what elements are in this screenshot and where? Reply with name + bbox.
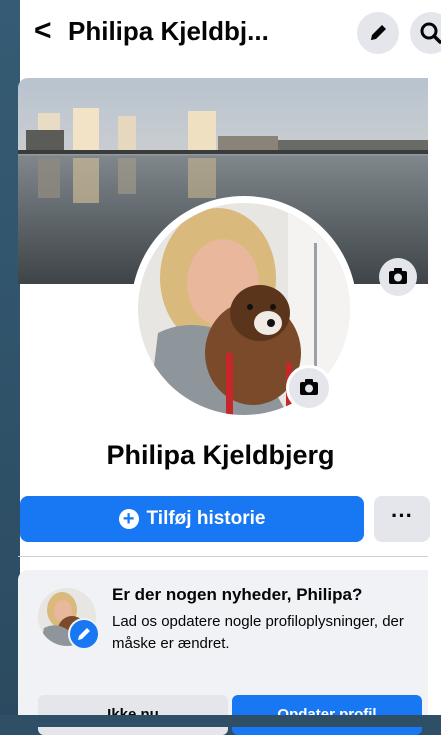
top-bar: < Philipa Kjeldbj... — [20, 0, 441, 66]
camera-icon — [389, 268, 407, 284]
pencil-icon — [371, 25, 386, 40]
pencil-badge-icon — [68, 618, 100, 650]
camera-icon — [300, 379, 318, 395]
more-options-button[interactable]: ··· — [374, 496, 430, 542]
plus-circle-icon: + — [118, 509, 139, 529]
page-bottom-edge — [0, 715, 441, 727]
card-title: Er der nogen nyheder, Philipa? — [112, 585, 363, 604]
search-icon — [420, 22, 441, 44]
divider — [18, 556, 428, 557]
back-button[interactable]: < — [34, 14, 52, 48]
page-title: Philipa Kjeldbj... — [68, 16, 269, 46]
profile-name: Philipa Kjeldbjerg — [106, 440, 335, 470]
edit-button[interactable] — [357, 12, 399, 54]
avatar-camera-button[interactable] — [286, 365, 332, 411]
card-body: Lad os opdatere nogle profiloplysninger,… — [112, 613, 404, 652]
add-story-label: Tilføj historie — [146, 508, 266, 529]
cover-camera-button[interactable] — [379, 258, 417, 296]
search-button[interactable] — [410, 12, 441, 54]
add-story-button[interactable]: + Tilføj historie — [20, 496, 364, 542]
page-backdrop — [0, 0, 20, 727]
